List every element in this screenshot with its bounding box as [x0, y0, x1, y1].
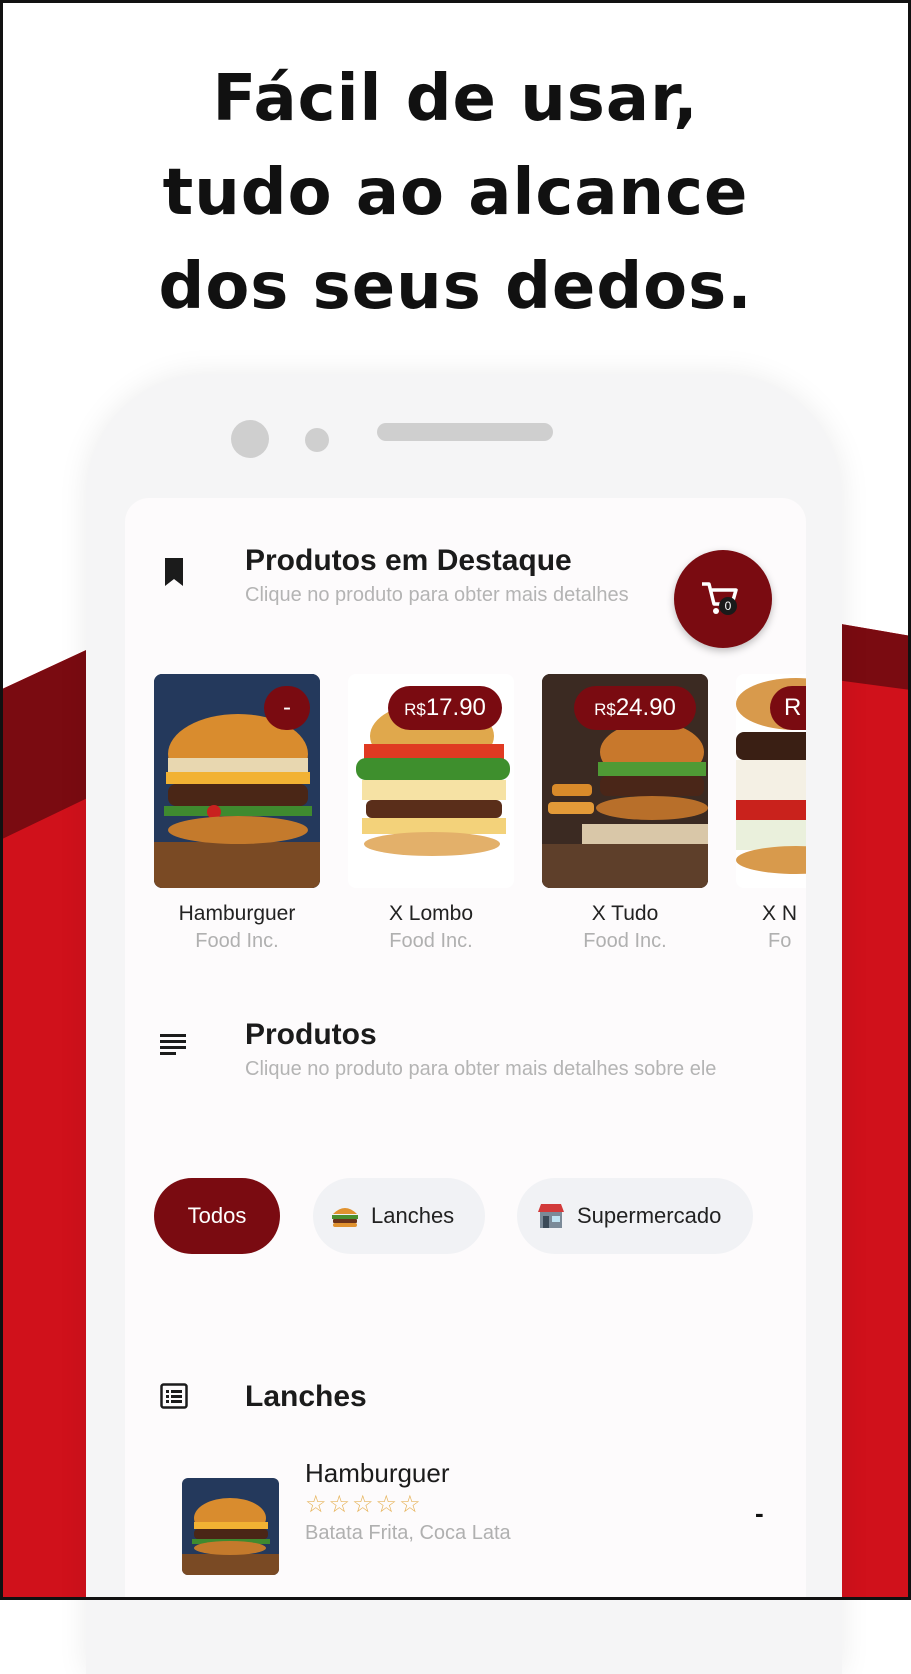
chip-label: Supermercado: [577, 1203, 722, 1228]
product-name: X N: [762, 902, 798, 925]
cart-button[interactable]: 0: [674, 550, 772, 648]
phone-sensor: [305, 428, 329, 452]
product-name: X Lombo: [388, 902, 474, 925]
bookmark-icon: [165, 558, 183, 586]
list-box-icon: [160, 1383, 188, 1409]
price-currency: R$: [404, 700, 426, 719]
product-brand: Food Inc.: [583, 930, 667, 952]
category-chip-todos[interactable]: Todos: [154, 1178, 280, 1254]
category-chip-supermercado[interactable]: Supermercado: [517, 1178, 753, 1254]
list-item-name: Hamburguer: [305, 1458, 450, 1488]
product-brand: Fo: [768, 930, 792, 952]
price-value: 24.90: [615, 694, 676, 721]
headline: Fácil de usar, tudo ao alcance dos seus …: [0, 52, 911, 334]
product-name: Hamburguer: [178, 902, 296, 925]
price-badge: R: [770, 686, 806, 730]
list-item-description: Batata Frita, Coca Lata: [305, 1522, 511, 1544]
headline-line-3: dos seus dedos.: [158, 250, 753, 324]
burger-icon: [332, 1208, 358, 1227]
price-badge: -: [264, 686, 310, 730]
price-badge: R$17.90: [388, 686, 502, 730]
cart-count-badge: 0: [719, 597, 737, 615]
category-chip-lanches[interactable]: Lanches: [313, 1178, 485, 1254]
app-screen: Produtos em Destaque Clique no produto p…: [125, 498, 806, 1600]
phone-camera: [231, 420, 269, 458]
headline-line-2: tudo ao alcance: [162, 156, 749, 230]
price-value: 17.90: [425, 694, 486, 721]
lanches-title: Lanches: [245, 1380, 367, 1413]
price-currency: R$: [594, 700, 616, 719]
list-item-price: -: [755, 1498, 764, 1528]
rating-stars: ☆☆☆☆☆: [305, 1490, 423, 1518]
product-brand: Food Inc.: [195, 930, 279, 952]
featured-subtitle: Clique no produto para obter mais detalh…: [245, 584, 629, 606]
products-title: Produtos: [245, 1018, 377, 1051]
list-item-image: [182, 1478, 279, 1575]
store-icon: [538, 1204, 564, 1228]
product-name: X Tudo: [591, 902, 659, 925]
headline-line-1: Fácil de usar,: [212, 62, 699, 136]
featured-title: Produtos em Destaque: [245, 544, 572, 577]
price-badge: R$24.90: [574, 686, 696, 730]
product-brand: Food Inc.: [389, 930, 473, 952]
products-subtitle: Clique no produto para obter mais detalh…: [245, 1058, 717, 1080]
chip-label: Lanches: [371, 1203, 455, 1228]
list-lines-icon: [160, 1034, 186, 1055]
phone-speaker: [377, 423, 553, 441]
